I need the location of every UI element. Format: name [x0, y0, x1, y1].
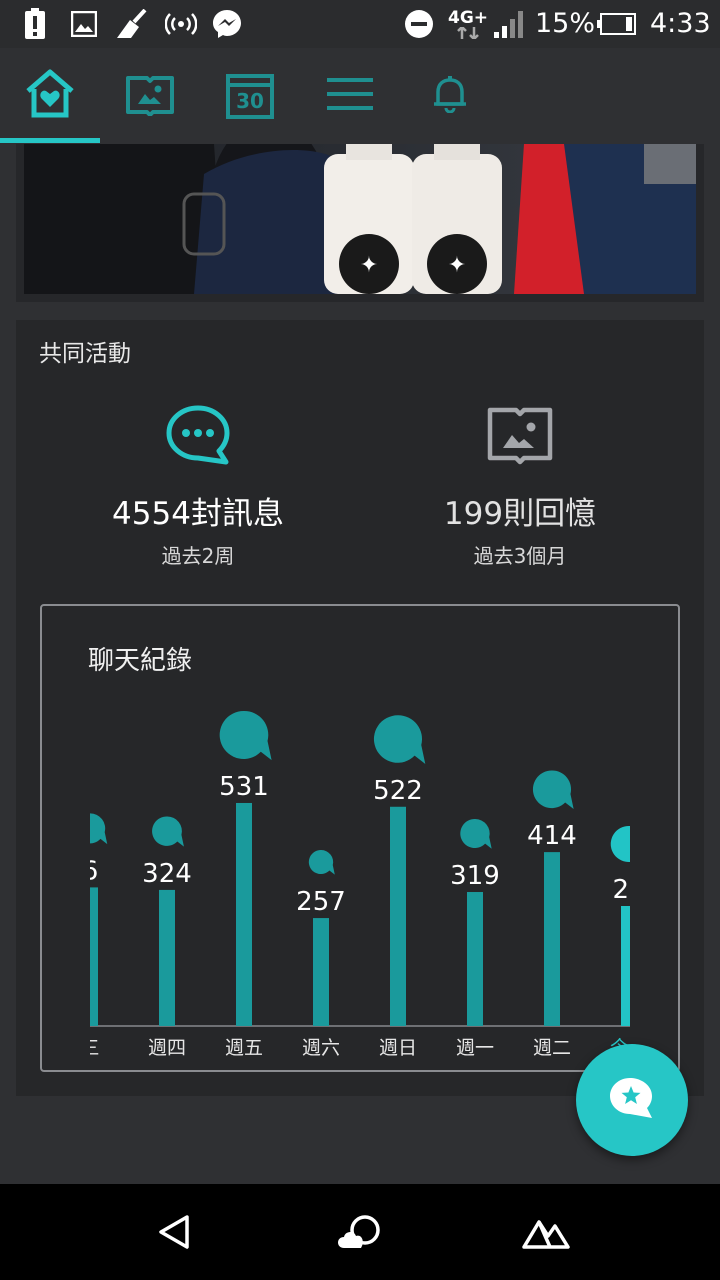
category-label-6: 週二 [533, 1037, 571, 1056]
tab-notifications[interactable] [400, 48, 500, 144]
broom-icon [114, 8, 150, 40]
bar-3 [313, 918, 329, 1026]
network-type: 4G+ [448, 8, 488, 40]
image-icon [70, 8, 98, 40]
bar-4 [390, 806, 406, 1026]
do-not-disturb-icon [403, 8, 435, 40]
menu-icon [326, 76, 374, 116]
chat-bubble-marker-6 [532, 770, 574, 810]
calendar-day-label: 30 [236, 89, 264, 113]
signal-icon [492, 8, 526, 40]
album-icon [486, 404, 554, 466]
status-bar: 4G+ 15% 4:33 [0, 0, 720, 48]
active-tab-indicator [0, 138, 100, 143]
system-nav-bar [0, 1184, 720, 1280]
tab-calendar[interactable]: 30 [200, 48, 300, 144]
svg-text:✦: ✦ [448, 253, 466, 278]
memories-count: 199則回憶 [443, 496, 597, 532]
memories-period: 過去3個月 [473, 544, 567, 568]
wireless-icon [164, 8, 198, 40]
messenger-icon [210, 8, 244, 40]
chat-bubble-marker-4 [373, 715, 426, 764]
value-label-2: 531 [219, 772, 269, 802]
value-label-5: 319 [450, 861, 500, 891]
value-label-1: 324 [142, 859, 192, 889]
bar-2 [236, 802, 252, 1026]
value-label-6: 414 [527, 821, 577, 851]
category-label-2: 週五 [225, 1037, 263, 1056]
battery-percent: 15% [535, 8, 596, 39]
calendar-icon: 30 [226, 73, 274, 119]
messages-stat[interactable]: 4554封訊息 過去2周 [48, 320, 348, 580]
value-label-3: 257 [296, 887, 346, 917]
album-icon [125, 72, 175, 120]
chat-history-chart: 聊天紀錄 6三324週四531週五257週六522週日319週一414週二27今… [40, 604, 680, 1072]
battery-icon [596, 8, 636, 40]
bell-icon [432, 75, 468, 117]
cloud-icon[interactable] [330, 1204, 390, 1260]
category-label-4: 週日 [379, 1037, 417, 1056]
bar-7 [621, 906, 630, 1026]
category-label-1: 週四 [148, 1037, 186, 1056]
value-label-0: 6 [90, 856, 98, 886]
chat-bubble-marker-1 [152, 816, 184, 847]
chat-bubble-icon [164, 404, 232, 466]
tab-home[interactable] [0, 48, 100, 144]
mountain-icon[interactable] [516, 1204, 576, 1260]
category-label-0: 三 [90, 1037, 100, 1056]
home-heart-icon [24, 69, 76, 123]
chat-bubble-marker-3 [308, 850, 335, 875]
chat-bubble-marker-5 [460, 819, 492, 849]
chat-bubble-marker-7 [610, 825, 630, 862]
chat-bubble-marker-2 [219, 710, 272, 761]
messages-period: 過去2周 [161, 544, 235, 568]
chart-title: 聊天紀錄 [88, 646, 193, 676]
bar-chart: 6三324週四531週五257週六522週日319週一414週二27今天 [90, 710, 630, 1056]
bar-5 [467, 892, 483, 1026]
chat-fab-button[interactable] [576, 1044, 688, 1156]
memory-photo[interactable]: ✦ ✦ [24, 144, 696, 294]
app-root: 4G+ 15% 4:33 30 ✦ ✦ 共同活動 4554封訊息 過去2周 19… [0, 0, 720, 1280]
clock: 4:33 [650, 8, 711, 39]
value-label-4: 522 [373, 776, 423, 806]
category-label-3: 週六 [302, 1037, 340, 1056]
star-chat-icon [608, 1076, 656, 1124]
chat-bubble-marker-0 [90, 813, 108, 845]
category-label-5: 週一 [456, 1037, 494, 1056]
top-nav: 30 [0, 48, 720, 144]
tab-album[interactable] [100, 48, 200, 144]
bar-0 [90, 887, 98, 1026]
bar-6 [544, 852, 560, 1026]
tab-menu[interactable] [300, 48, 400, 144]
bar-1 [159, 889, 175, 1026]
back-icon[interactable] [144, 1204, 204, 1260]
svg-text:✦: ✦ [360, 253, 378, 278]
shared-activity-card: 共同活動 4554封訊息 過去2周 199則回憶 過去3個月 聊天紀錄 6三32… [16, 320, 704, 1096]
value-label-7: 27 [612, 875, 630, 905]
messages-count: 4554封訊息 [112, 496, 284, 532]
photo-card[interactable]: ✦ ✦ [16, 144, 704, 302]
battery-alert-icon [22, 8, 48, 40]
memories-stat[interactable]: 199則回憶 過去3個月 [370, 320, 670, 580]
